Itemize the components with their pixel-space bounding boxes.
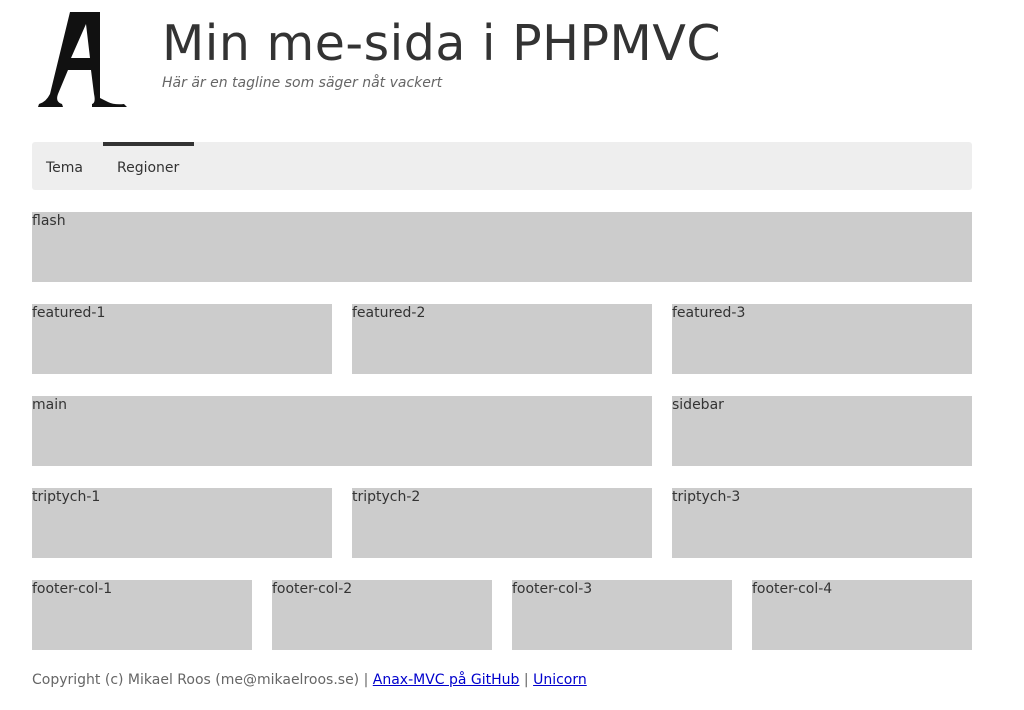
region-label: featured-2 [352, 305, 426, 321]
footer-separator: | [519, 672, 534, 688]
region-featured-3: featured-3 [672, 304, 972, 374]
region-label: triptych-2 [352, 489, 421, 505]
region-label: triptych-3 [672, 489, 741, 505]
nav-item-regioner[interactable]: Regioner [103, 142, 194, 190]
unicorn-link[interactable]: Unicorn [533, 672, 587, 688]
region-label: sidebar [672, 397, 724, 413]
copyright-text: Copyright (c) Mikael Roos (me@mikaelroos… [32, 672, 373, 688]
region-footer-col-2: footer-col-2 [272, 580, 492, 650]
region-featured-2: featured-2 [352, 304, 652, 374]
site-footer: Copyright (c) Mikael Roos (me@mikaelroos… [32, 670, 587, 690]
region-label: footer-col-2 [272, 581, 353, 597]
region-label: triptych-1 [32, 489, 101, 505]
region-label: featured-1 [32, 305, 106, 321]
region-footer-col-3: footer-col-3 [512, 580, 732, 650]
region-label: footer-col-3 [512, 581, 593, 597]
region-sidebar: sidebar [672, 396, 972, 466]
region-label: main [32, 397, 67, 413]
region-triptych-3: triptych-3 [672, 488, 972, 558]
site-slogan: Här är en tagline som säger nåt vackert [162, 75, 443, 91]
page: Min me-sida i PHPMVC Här är en tagline s… [0, 0, 1024, 710]
region-triptych-2: triptych-2 [352, 488, 652, 558]
region-triptych-1: triptych-1 [32, 488, 332, 558]
region-footer-col-1: footer-col-1 [32, 580, 252, 650]
site-title[interactable]: Min me-sida i PHPMVC [162, 14, 721, 74]
region-label: footer-col-4 [752, 581, 833, 597]
region-label: featured-3 [672, 305, 746, 321]
region-main: main [32, 396, 652, 466]
region-label: footer-col-1 [32, 581, 113, 597]
region-flash: flash [32, 212, 972, 282]
region-footer-col-4: footer-col-4 [752, 580, 972, 650]
region-featured-1: featured-1 [32, 304, 332, 374]
site-logo-icon[interactable] [36, 10, 130, 110]
github-link[interactable]: Anax-MVC på GitHub [373, 672, 520, 688]
nav-item-tema[interactable]: Tema [32, 142, 103, 190]
region-label: flash [32, 213, 66, 229]
navbar: Tema Regioner [32, 142, 972, 190]
